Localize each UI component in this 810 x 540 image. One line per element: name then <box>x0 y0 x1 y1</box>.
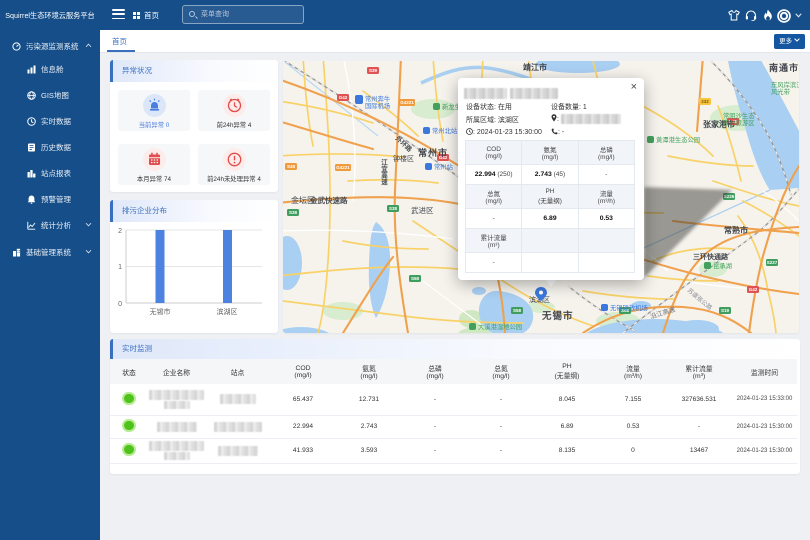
svg-text:1: 1 <box>118 264 122 271</box>
svg-text:滨湖区: 滨湖区 <box>217 307 238 316</box>
svg-text:0: 0 <box>118 301 122 308</box>
svg-text:无锡市: 无锡市 <box>150 307 171 316</box>
svg-text:2: 2 <box>118 228 122 235</box>
